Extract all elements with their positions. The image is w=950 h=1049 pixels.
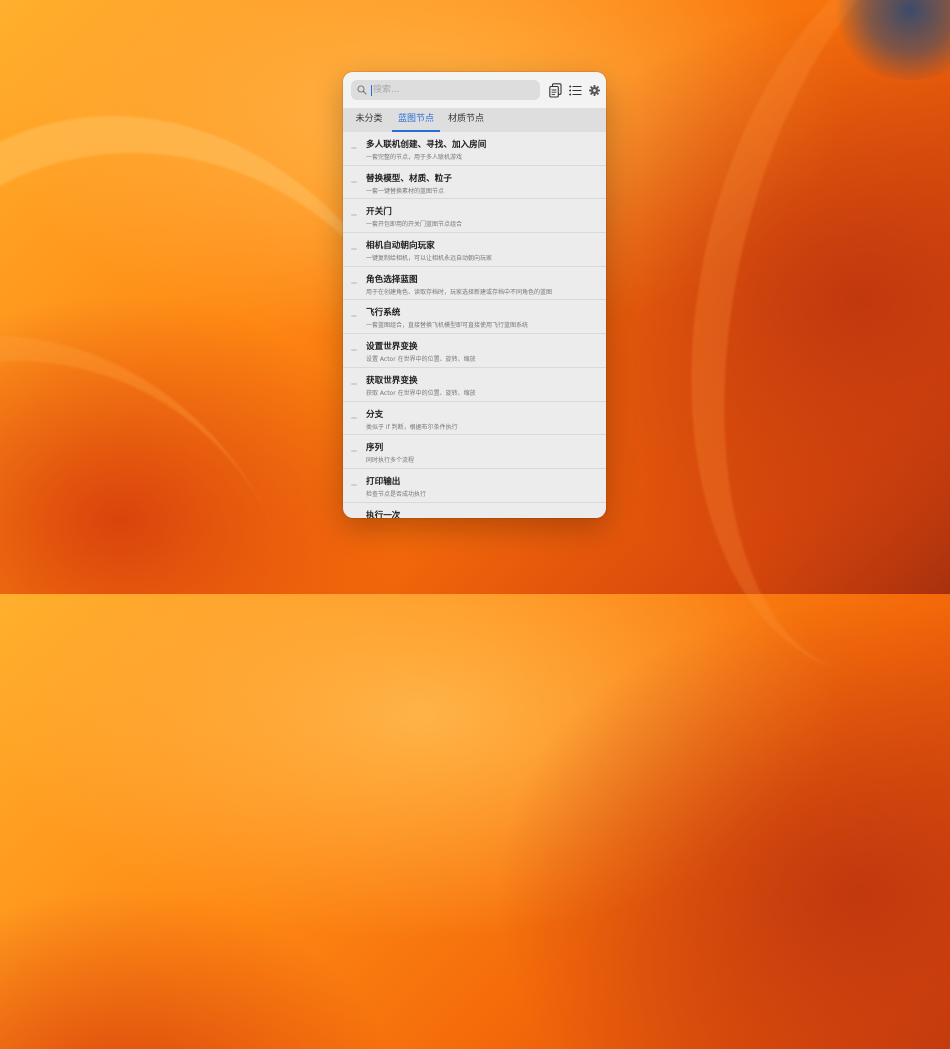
settings-button[interactable]	[586, 82, 602, 98]
list-item[interactable]: 飞行系统 一套蓝图组合，直接替换飞机模型即可直接使用飞行蓝图系统	[343, 300, 606, 334]
item-description: 一键复制给相机，可以让相机永远自动朝向玩家	[366, 253, 492, 262]
list-item[interactable]: 分支 类似于 if 判断，根据布尔条件执行	[343, 402, 606, 436]
item-description: 检查节点是否成功执行	[366, 489, 426, 498]
list-item[interactable]: 替换模型、材质、粒子 一套一键替换素材的蓝图节点	[343, 166, 606, 200]
item-title: 获取世界变换	[366, 374, 418, 386]
drag-handle-icon[interactable]	[351, 214, 357, 216]
item-title: 序列	[366, 441, 383, 453]
item-title: 打印输出	[366, 475, 400, 487]
item-title: 执行一次	[366, 509, 400, 518]
list-item[interactable]: 相机自动朝向玩家 一键复制给相机，可以让相机永远自动朝向玩家	[343, 233, 606, 267]
list-item[interactable]: 获取世界变换 获取 Actor 在世界中的位置、旋转、缩放	[343, 368, 606, 402]
drag-handle-icon[interactable]	[351, 248, 357, 250]
drag-handle-icon[interactable]	[351, 315, 357, 317]
gear-icon	[589, 85, 600, 96]
tab-material-nodes[interactable]: 材质节点	[444, 108, 488, 132]
list-item[interactable]: 设置世界变换 设置 Actor 在世界中的位置、旋转、缩放	[343, 334, 606, 368]
item-title: 多人联机创建、寻找、加入房间	[366, 138, 486, 150]
item-description: 类似于 if 判断，根据布尔条件执行	[366, 422, 458, 431]
list-item[interactable]: 角色选择蓝图 用于在创建角色、读取存档时，玩家选择新建或存档中不同角色的蓝图	[343, 267, 606, 301]
item-description: 获取 Actor 在世界中的位置、旋转、缩放	[366, 388, 476, 397]
drag-handle-icon[interactable]	[351, 450, 357, 452]
list-item[interactable]: 开关门 一套开包即用的开关门蓝图节点组合	[343, 199, 606, 233]
item-title: 设置世界变换	[366, 340, 418, 352]
item-title: 开关门	[366, 205, 392, 217]
item-description: 一套开包即用的开关门蓝图节点组合	[366, 219, 462, 228]
tab-uncategorized[interactable]: 未分类	[351, 108, 387, 132]
list-icon	[569, 85, 582, 96]
copy-button[interactable]	[547, 82, 563, 98]
wallpaper-streak	[626, 0, 950, 719]
item-description: 设置 Actor 在世界中的位置、旋转、缩放	[366, 354, 476, 363]
copy-icon	[549, 83, 562, 98]
item-description: 用于在创建角色、读取存档时，玩家选择新建或存档中不同角色的蓝图	[366, 287, 552, 296]
drag-handle-icon[interactable]	[351, 383, 357, 385]
search-field[interactable]	[351, 80, 540, 100]
search-icon	[357, 85, 367, 95]
item-title: 分支	[366, 408, 383, 420]
drag-handle-icon[interactable]	[351, 417, 357, 419]
toolbar	[343, 72, 606, 108]
search-input[interactable]	[372, 81, 523, 99]
item-title: 替换模型、材质、粒子	[366, 172, 452, 184]
item-title: 飞行系统	[366, 306, 400, 318]
drag-handle-icon[interactable]	[351, 282, 357, 284]
item-description: 一套一键替换素材的蓝图节点	[366, 186, 444, 195]
drag-handle-icon[interactable]	[351, 181, 357, 183]
list-item[interactable]: 多人联机创建、寻找、加入房间 一套完整的节点，用于多人联机游戏	[343, 132, 606, 166]
drag-handle-icon[interactable]	[351, 484, 357, 486]
item-description: 一套完整的节点，用于多人联机游戏	[366, 152, 462, 161]
item-title: 角色选择蓝图	[366, 273, 418, 285]
list-button[interactable]	[567, 82, 583, 98]
item-description: 同时执行多个流程	[366, 455, 414, 464]
drag-handle-icon[interactable]	[351, 147, 357, 149]
category-tabs: 未分类 蓝图节点 材质节点	[343, 108, 606, 132]
list-item[interactable]: 打印输出 检查节点是否成功执行	[343, 469, 606, 503]
item-title: 相机自动朝向玩家	[366, 239, 435, 251]
node-library-popover: 未分类 蓝图节点 材质节点 多人联机创建、寻找、加入房间 一套完整的节点，用于多…	[343, 72, 606, 518]
node-list: 多人联机创建、寻找、加入房间 一套完整的节点，用于多人联机游戏 替换模型、材质、…	[343, 132, 606, 518]
tab-blueprint-nodes[interactable]: 蓝图节点	[392, 108, 440, 132]
item-description: 一套蓝图组合，直接替换飞机模型即可直接使用飞行蓝图系统	[366, 320, 528, 329]
drag-handle-icon[interactable]	[351, 349, 357, 351]
list-item[interactable]: 序列 同时执行多个流程	[343, 435, 606, 469]
list-item[interactable]: 执行一次	[343, 503, 606, 518]
